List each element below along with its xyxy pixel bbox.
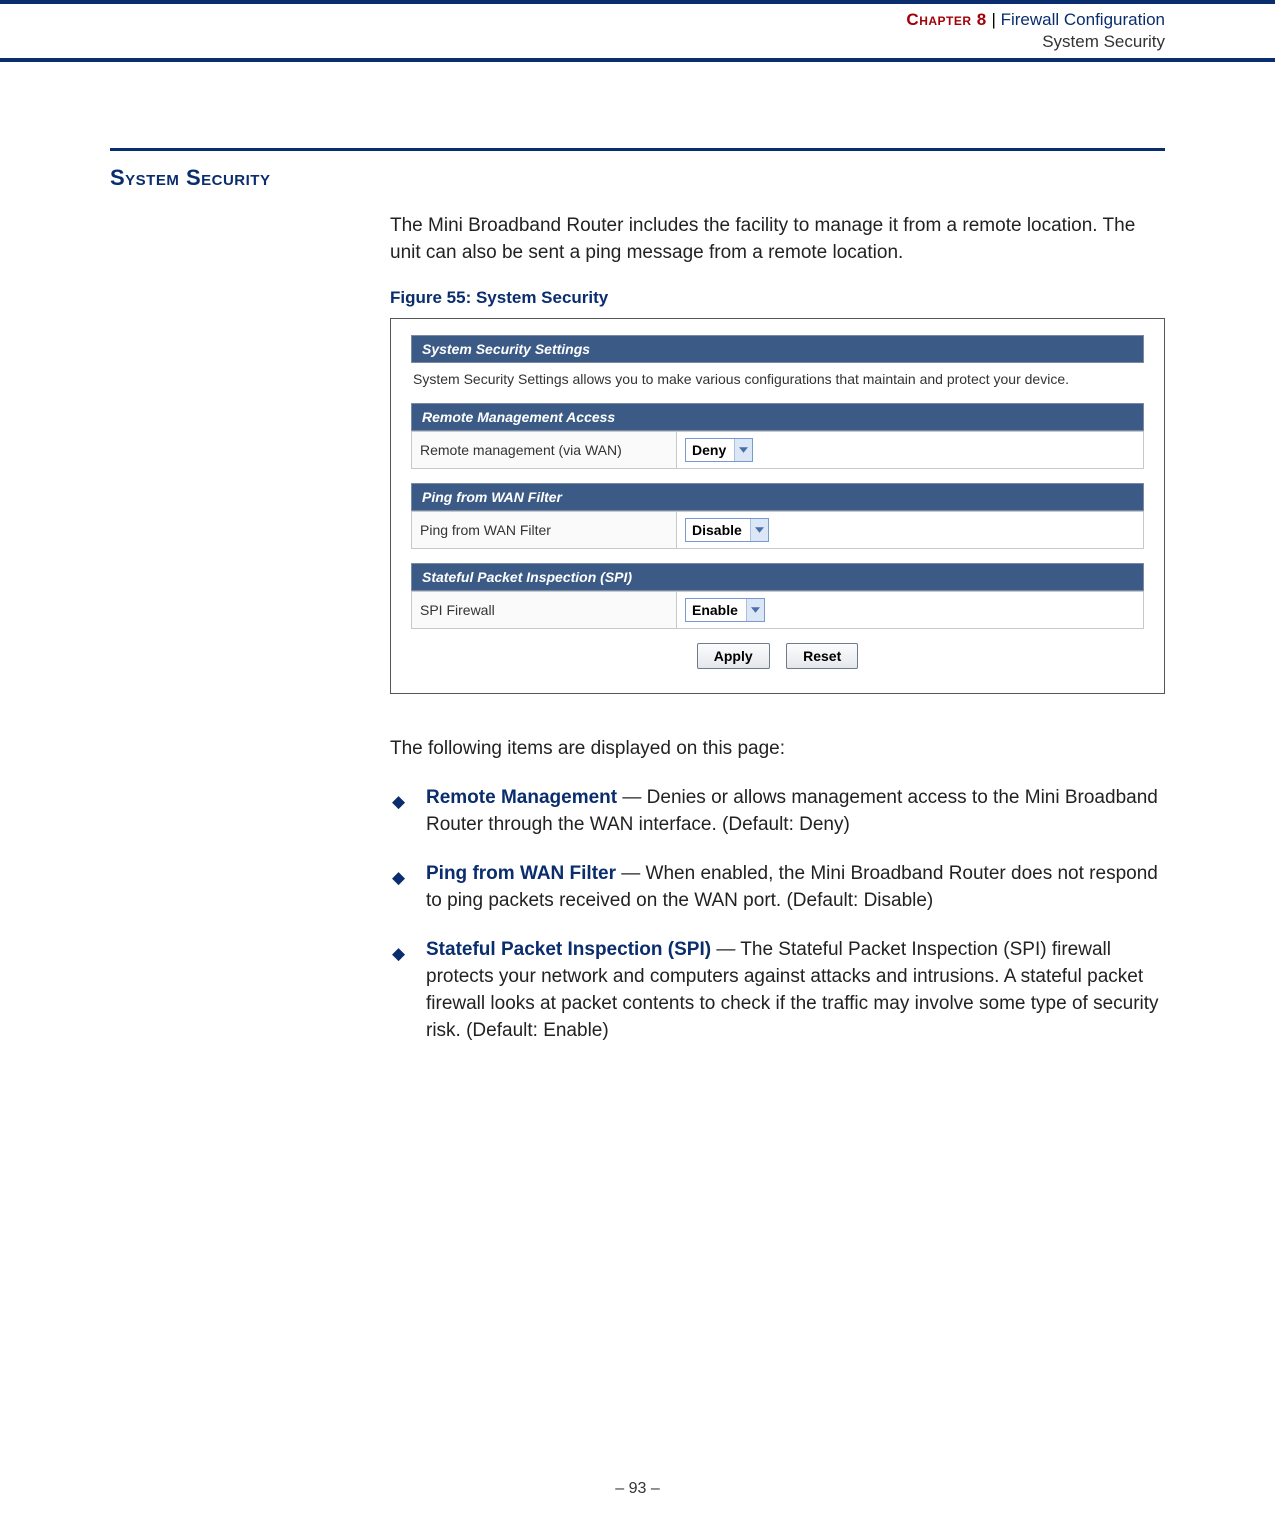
panel-desc: System Security Settings allows you to m… (411, 363, 1144, 389)
section-heading: System Security (110, 165, 1165, 191)
reset-button[interactable]: Reset (786, 643, 858, 669)
panel-row: Remote management (via WAN) Deny (411, 431, 1144, 469)
select-value: Disable (686, 522, 750, 538)
panel-title: Ping from WAN Filter (411, 483, 1144, 511)
panel-title: Stateful Packet Inspection (SPI) (411, 563, 1144, 591)
chapter-label: Chapter 8 (906, 10, 986, 29)
item-list: ◆ Remote Management — Denies or allows m… (390, 785, 1165, 1045)
item-title: Remote Management (426, 787, 617, 808)
chevron-down-icon (746, 599, 764, 621)
figure-box: System Security Settings System Security… (390, 318, 1165, 694)
diamond-bullet-icon: ◆ (392, 866, 405, 890)
panel-ping-wan: Ping from WAN Filter Ping from WAN Filte… (411, 483, 1144, 549)
panel-row: Ping from WAN Filter Disable (411, 511, 1144, 549)
chevron-down-icon (734, 439, 752, 461)
diamond-bullet-icon: ◆ (392, 942, 405, 966)
spi-select[interactable]: Enable (685, 598, 765, 622)
remote-management-select[interactable]: Deny (685, 438, 753, 462)
ping-wan-select[interactable]: Disable (685, 518, 769, 542)
field-label: SPI Firewall (412, 592, 677, 629)
section-rule (110, 148, 1165, 151)
field-label: Remote management (via WAN) (412, 432, 677, 469)
field-label: Ping from WAN Filter (412, 512, 677, 549)
panel-remote-management: Remote Management Access Remote manageme… (411, 403, 1144, 469)
page-header: Chapter 8 | Firewall Configuration Syste… (0, 0, 1275, 62)
panel-row: SPI Firewall Enable (411, 591, 1144, 629)
items-intro: The following items are displayed on thi… (390, 736, 1165, 763)
apply-button[interactable]: Apply (697, 643, 770, 669)
item-title: Stateful Packet Inspection (SPI) (426, 939, 711, 960)
intro-paragraph: The Mini Broadband Router includes the f… (390, 213, 1165, 266)
diamond-bullet-icon: ◆ (392, 790, 405, 814)
item-title: Ping from WAN Filter (426, 863, 616, 884)
chapter-title: Firewall Configuration (1001, 10, 1165, 29)
panel-spi: Stateful Packet Inspection (SPI) SPI Fir… (411, 563, 1144, 629)
select-value: Deny (686, 442, 734, 458)
list-item: ◆ Stateful Packet Inspection (SPI) — The… (390, 937, 1165, 1045)
panel-title: Remote Management Access (411, 403, 1144, 431)
chapter-line: Chapter 8 | Firewall Configuration (0, 10, 1165, 30)
chevron-down-icon (750, 519, 768, 541)
chapter-subtitle: System Security (0, 32, 1165, 52)
list-item: ◆ Remote Management — Denies or allows m… (390, 785, 1165, 839)
list-item: ◆ Ping from WAN Filter — When enabled, t… (390, 861, 1165, 915)
select-value: Enable (686, 602, 746, 618)
panel-system-security: System Security Settings System Security… (411, 335, 1144, 389)
panel-title: System Security Settings (411, 335, 1144, 363)
figure-caption: Figure 55: System Security (390, 288, 1165, 308)
chapter-divider: | (987, 10, 1001, 29)
button-row: Apply Reset (411, 643, 1144, 669)
page-number: – 93 – (0, 1480, 1275, 1498)
